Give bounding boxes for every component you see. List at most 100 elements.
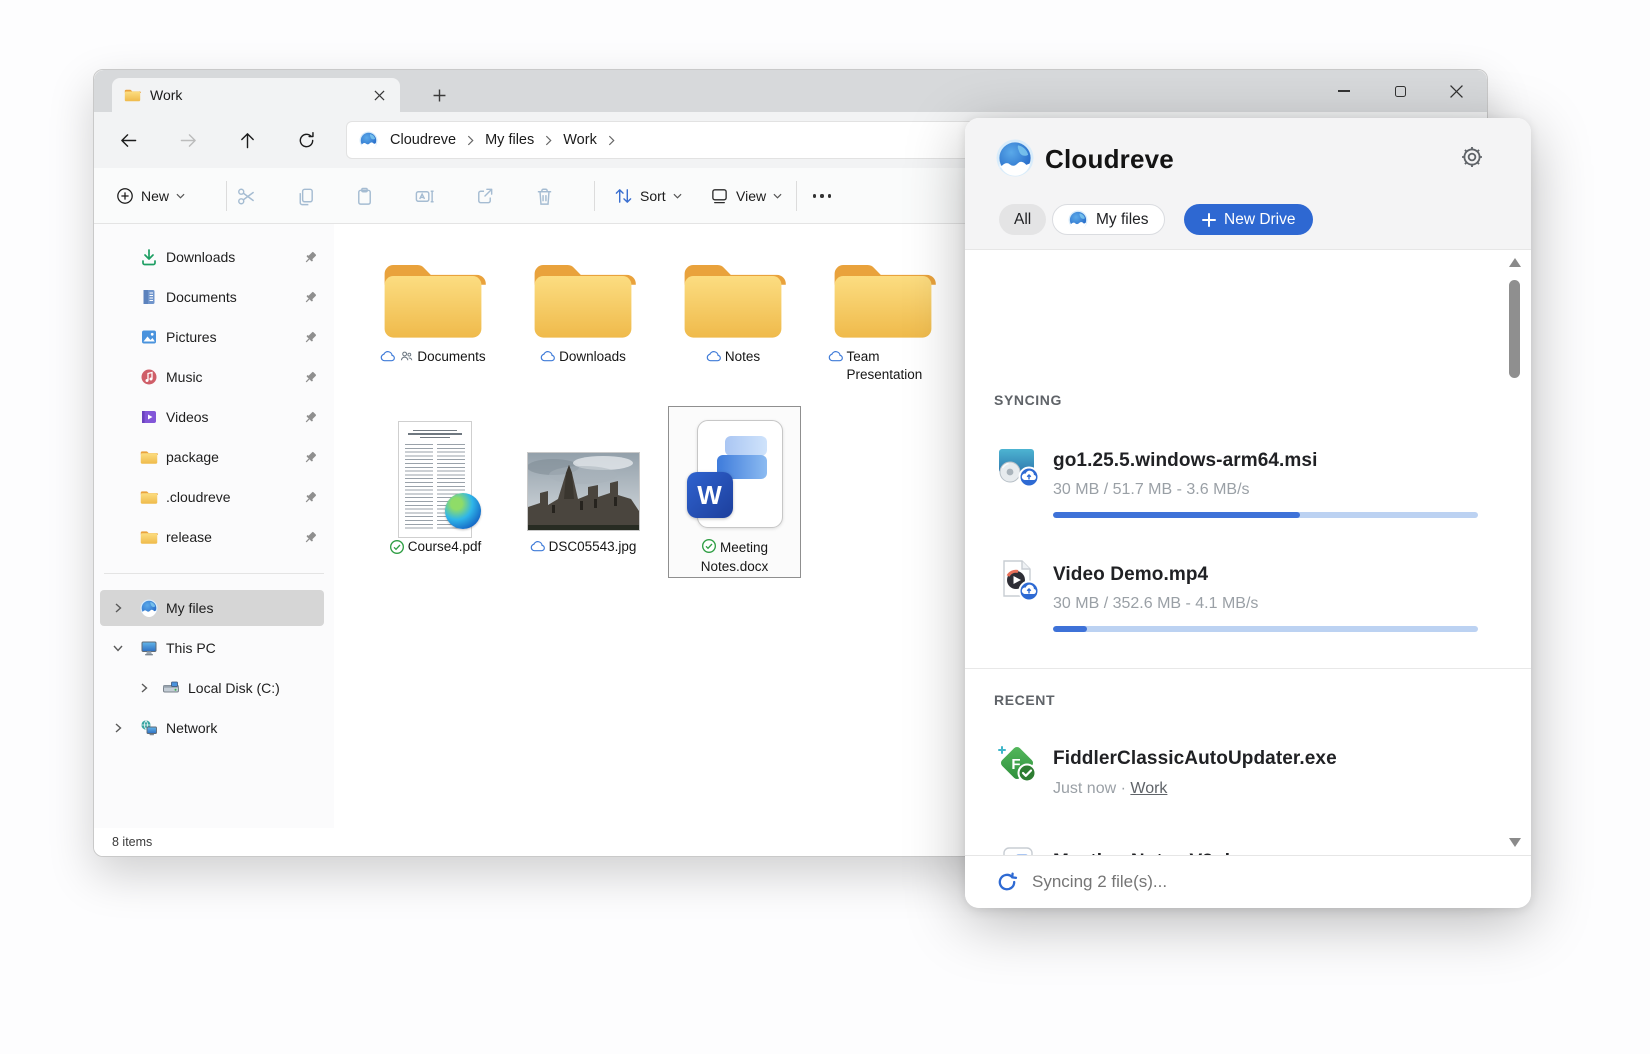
tab-title: Work — [150, 87, 368, 103]
breadcrumb-work[interactable]: Work — [555, 128, 605, 152]
scrollbar-thumb[interactable] — [1509, 280, 1520, 378]
more-options-button[interactable] — [810, 184, 834, 208]
sync-file-detail: 30 MB / 51.7 MB - 3.6 MB/s — [1053, 481, 1250, 499]
chevron-right-icon[interactable] — [112, 722, 124, 734]
pin-icon[interactable] — [303, 450, 318, 465]
chevron-down-icon[interactable] — [112, 642, 124, 654]
window-controls — [1311, 70, 1479, 112]
item-count: 8 items — [112, 835, 152, 849]
cloudreve-logo-icon — [359, 131, 378, 150]
sidebar-item-music[interactable]: Music — [94, 357, 334, 397]
folder-tile-downloads[interactable]: Downloads — [512, 254, 654, 370]
share-icon[interactable] — [472, 184, 496, 208]
scroll-down-icon[interactable] — [1509, 838, 1521, 847]
close-button[interactable] — [1433, 70, 1479, 112]
sidebar-item-label: Pictures — [166, 329, 217, 345]
cut-icon[interactable] — [234, 184, 258, 208]
pin-icon[interactable] — [303, 410, 318, 425]
filter-my-files-pill[interactable]: My files — [1052, 204, 1165, 235]
paste-icon[interactable] — [352, 184, 376, 208]
delete-icon[interactable] — [532, 184, 556, 208]
file-tile-meeting-notes-docx-selected[interactable]: W Meeting Notes.docx — [668, 406, 801, 578]
pin-icon[interactable] — [303, 490, 318, 505]
gear-icon[interactable] — [1459, 144, 1485, 170]
plus-icon — [1202, 213, 1216, 227]
folder-icon — [124, 88, 141, 102]
sidebar-item-label: This PC — [166, 640, 216, 656]
pin-icon[interactable] — [303, 530, 318, 545]
new-button-label: New — [141, 188, 169, 204]
sidebar-item-cloudreve-folder[interactable]: .cloudreve — [94, 477, 334, 517]
new-button[interactable]: New — [108, 180, 193, 212]
sidebar-item-videos[interactable]: Videos — [94, 397, 334, 437]
sidebar-item-my-files[interactable]: My files — [94, 588, 334, 628]
refresh-button[interactable] — [294, 128, 318, 152]
ellipsis-icon — [813, 194, 831, 197]
sidebar-item-release[interactable]: release — [94, 517, 334, 557]
pin-icon[interactable] — [303, 370, 318, 385]
breadcrumb-my-files[interactable]: My files — [477, 128, 542, 152]
navigation-pane: Downloads Documents Pictures Music — [94, 224, 334, 828]
back-button[interactable] — [116, 128, 140, 152]
sidebar-item-this-pc[interactable]: This PC — [94, 628, 334, 668]
installer-file-icon — [996, 444, 1040, 488]
cloudreve-logo-icon — [1068, 210, 1088, 230]
new-drive-button[interactable]: New Drive — [1184, 204, 1313, 235]
tab-close-icon[interactable] — [368, 84, 390, 106]
edge-browser-icon — [445, 493, 481, 529]
downloads-icon — [140, 248, 158, 266]
folder-tile-documents[interactable]: Documents — [362, 254, 504, 370]
folder-icon — [140, 528, 158, 546]
new-tab-button[interactable] — [424, 80, 454, 110]
scroll-up-icon[interactable] — [1509, 258, 1521, 267]
panel-footer: Syncing 2 file(s)... — [965, 855, 1531, 908]
sync-file-name: Video Demo.mp4 — [1053, 564, 1208, 586]
sidebar-item-label: Documents — [166, 289, 237, 305]
cloud-status-icon — [828, 349, 844, 365]
view-button[interactable]: View — [702, 180, 790, 212]
pin-icon[interactable] — [303, 330, 318, 345]
sync-file-name: go1.25.5.windows-arm64.msi — [1053, 450, 1317, 472]
sidebar-item-documents[interactable]: Documents — [94, 277, 334, 317]
recent-section-label: RECENT — [994, 692, 1055, 708]
chevron-right-icon[interactable] — [112, 602, 124, 614]
pin-icon[interactable] — [303, 250, 318, 265]
breadcrumb-chevron-icon — [542, 135, 555, 146]
folder-icon — [680, 254, 786, 342]
cloud-status-icon — [706, 349, 722, 365]
chevron-right-icon[interactable] — [138, 682, 150, 694]
maximize-button[interactable] — [1377, 70, 1423, 112]
panel-scrollbar[interactable] — [1508, 254, 1522, 851]
tab-work[interactable]: Work — [112, 78, 400, 112]
folder-icon — [830, 254, 936, 342]
sidebar-item-label: Network — [166, 720, 217, 736]
filter-all-pill[interactable]: All — [999, 204, 1046, 235]
pin-icon[interactable] — [303, 290, 318, 305]
folder-tile-team-presentation[interactable]: Team Presentation — [812, 254, 954, 384]
sidebar-item-package[interactable]: package — [94, 437, 334, 477]
sidebar-item-pictures[interactable]: Pictures — [94, 317, 334, 357]
sidebar-item-downloads[interactable]: Downloads — [94, 237, 334, 277]
sync-spinner-icon — [996, 871, 1018, 893]
filter-label: My files — [1096, 211, 1149, 229]
forward-button[interactable] — [176, 128, 200, 152]
recent-location-link[interactable]: Work — [1130, 780, 1167, 797]
view-button-label: View — [736, 188, 766, 204]
videos-icon — [140, 408, 158, 426]
documents-icon — [140, 288, 158, 306]
sort-button[interactable]: Sort — [606, 180, 690, 212]
folder-icon — [140, 448, 158, 466]
copy-icon[interactable] — [293, 184, 317, 208]
up-button[interactable] — [235, 128, 259, 152]
sidebar-item-local-disk[interactable]: Local Disk (C:) — [94, 668, 334, 708]
folder-icon — [380, 254, 486, 342]
breadcrumb-root[interactable]: Cloudreve — [382, 128, 464, 152]
recent-file-name: FiddlerClassicAutoUpdater.exe — [1053, 748, 1337, 770]
cloud-status-icon — [540, 349, 556, 365]
panel-title: Cloudreve — [1045, 144, 1174, 175]
folder-tile-notes[interactable]: Notes — [662, 254, 804, 370]
folder-name: Downloads — [559, 348, 626, 366]
sidebar-item-network[interactable]: Network — [94, 708, 334, 748]
minimize-button[interactable] — [1321, 70, 1367, 112]
rename-icon[interactable] — [412, 184, 436, 208]
